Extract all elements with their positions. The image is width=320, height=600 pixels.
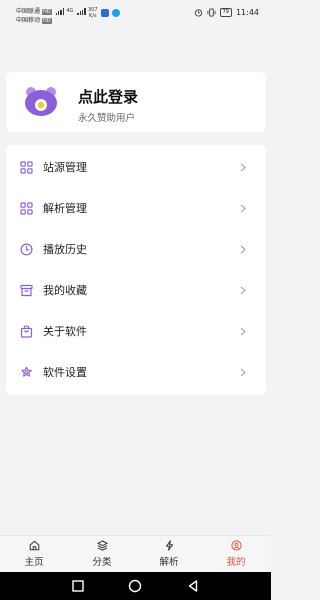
chevron-right-icon: [240, 286, 246, 294]
system-nav-bar: [0, 572, 271, 600]
clock-icon: [20, 242, 33, 256]
menu-item-label: 解析管理: [43, 202, 87, 215]
nav-mine[interactable]: 我的: [216, 540, 256, 570]
clock-time: 11:44: [235, 8, 259, 17]
chevron-right-icon: [240, 245, 246, 253]
battery-indicator: 79: [219, 8, 232, 17]
back-icon[interactable]: [185, 578, 201, 594]
vibrate-icon: [207, 8, 216, 17]
status-bar: 中国联通 HD 4G 中国移动 HD 307 K/s 79 11:44: [0, 0, 271, 30]
menu-item-label: 软件设置: [43, 366, 87, 379]
menu-item-play-history[interactable]: 播放历史: [6, 229, 266, 269]
chevron-right-icon: [240, 327, 246, 335]
carrier-2: 中国移动: [16, 17, 41, 24]
nav-home-label: 主页: [24, 557, 44, 568]
menu-item-label: 关于软件: [43, 325, 87, 338]
nav-home[interactable]: 主页: [14, 540, 54, 570]
net-speed: 307 K/s: [88, 7, 120, 19]
home-icon: [29, 540, 39, 551]
menu-item-source-management[interactable]: 站源管理: [6, 147, 266, 187]
archive-icon: [20, 284, 33, 296]
carrier-info: 中国联通 HD 4G 中国移动 HD: [16, 7, 86, 25]
app-notification-icon: [100, 9, 109, 17]
speed-unit: K/s: [88, 13, 97, 19]
carrier-1-tag: HD: [42, 8, 52, 15]
carrier-1: 中国联通: [16, 8, 41, 15]
nav-mine-label: 我的: [226, 557, 246, 568]
menu-card: 站源管理 解析管理 播放历史 我的收藏 关于软件 软件设置: [6, 145, 266, 395]
layers-icon: [96, 540, 108, 551]
nav-category[interactable]: 分类: [82, 540, 122, 570]
recent-apps-icon[interactable]: [70, 578, 86, 594]
bag-icon: [20, 325, 33, 338]
bottom-nav: 主页 分类 解析 我的: [0, 535, 271, 572]
nav-parse[interactable]: 解析: [149, 540, 189, 570]
grid-icon: [20, 201, 33, 215]
login-title[interactable]: 点此登录: [78, 86, 138, 107]
nav-category-label: 分类: [92, 557, 112, 568]
user-icon: [230, 540, 242, 551]
net-type: 4G: [66, 8, 74, 14]
chevron-right-icon: [240, 163, 246, 171]
menu-item-settings[interactable]: 软件设置: [6, 352, 266, 392]
menu-item-about[interactable]: 关于软件: [6, 311, 266, 351]
alarm-icon: [194, 9, 202, 17]
menu-item-label: 站源管理: [43, 161, 87, 174]
profile-card[interactable]: 点此登录 永久赞助用户: [6, 72, 266, 132]
avatar-icon: [25, 87, 57, 116]
bolt-icon: [165, 540, 173, 551]
chevron-right-icon: [240, 204, 246, 212]
carrier-2-tag: HD: [42, 17, 52, 24]
home-button-icon[interactable]: [127, 578, 143, 594]
login-subtitle: 永久赞助用户: [78, 113, 136, 124]
menu-item-label: 播放历史: [43, 243, 87, 256]
menu-item-favorites[interactable]: 我的收藏: [6, 270, 266, 310]
chevron-right-icon: [240, 368, 246, 376]
signal-icon-2: [77, 8, 86, 15]
menu-item-parse-management[interactable]: 解析管理: [6, 188, 266, 228]
status-right: 79 11:44: [194, 8, 259, 17]
flower-icon: [21, 366, 32, 377]
app-notification-icon-2: [111, 9, 120, 17]
menu-item-label: 我的收藏: [43, 284, 87, 297]
signal-icon: [55, 8, 65, 15]
nav-parse-label: 解析: [159, 557, 179, 568]
grid-icon: [20, 160, 33, 174]
